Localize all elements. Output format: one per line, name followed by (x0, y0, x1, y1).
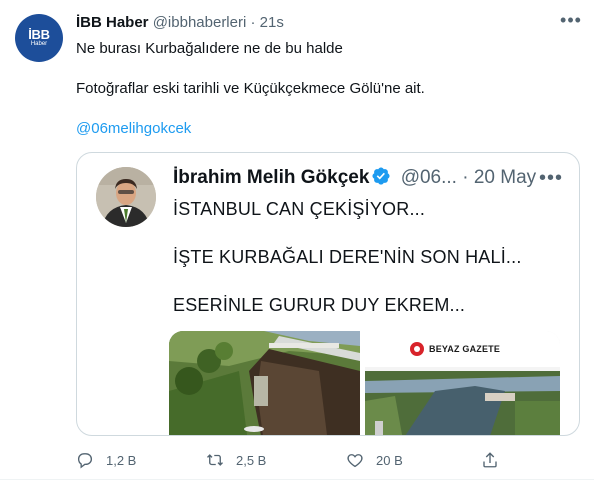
tweet-text-line-2: Fotoğraflar eski tarihli ve Küçükçekmece… (76, 80, 425, 97)
like-button[interactable]: 20 B (346, 451, 403, 469)
verified-badge-icon (371, 166, 391, 186)
quoted-author-avatar[interactable] (96, 167, 156, 227)
share-icon (483, 452, 497, 468)
quoted-photo-aerial-river[interactable] (169, 331, 360, 435)
mention-link[interactable]: @06melihgokcek (76, 119, 191, 139)
quoted-media: BEYAZ GAZETE (169, 331, 560, 435)
retweet-button[interactable]: 2,5 B (206, 451, 266, 469)
quoted-photo-news-screenshot[interactable]: BEYAZ GAZETE (365, 331, 560, 435)
author-name[interactable]: İBB Haber (76, 14, 149, 31)
tweet-card[interactable]: İBB Haber İBB Haber @ibbhaberleri · 21s … (0, 0, 594, 480)
news-logo-text: BEYAZ GAZETE (429, 344, 501, 354)
quoted-separator-dot: · (462, 167, 469, 188)
avatar-logo-subtext: Haber (30, 40, 48, 47)
quoted-text-line-2: İŞTE KURBAĞALI DERE'NİN SON HALİ... (173, 247, 522, 267)
retweet-count: 2,5 B (236, 452, 267, 468)
heart-icon (347, 454, 363, 468)
share-button[interactable] (481, 451, 499, 469)
reply-count: 1,2 B (106, 452, 137, 468)
quoted-tweet-header: İbrahim Melih Gökçek @06... · 20 May (173, 166, 536, 190)
author-handle[interactable]: @ibbhaberleri (153, 14, 247, 31)
more-options-icon[interactable]: ••• (559, 11, 583, 34)
reply-button[interactable]: 1,2 B (76, 451, 136, 469)
like-count: 20 B (376, 452, 403, 468)
quoted-text-line-3: ESERİNLE GURUR DUY EKREM... (173, 295, 466, 315)
retweet-icon (207, 454, 223, 466)
tweet-actions: 1,2 B 2,5 B 20 B (0, 451, 594, 473)
quoted-tweet-timestamp[interactable]: 20 May (474, 167, 536, 188)
separator-dot: · (250, 14, 256, 31)
quoted-text-line-1: İSTANBUL CAN ÇEKİŞİYOR... (173, 199, 426, 219)
quoted-author-handle[interactable]: @06... (401, 167, 457, 188)
tweet-timestamp[interactable]: 21s (260, 14, 284, 31)
author-avatar[interactable]: İBB Haber (15, 14, 63, 62)
reply-icon (77, 453, 93, 469)
avatar-logo-text: İBB (28, 26, 50, 42)
tweet-text-line-1: Ne burası Kurbağalıdere ne de bu halde (76, 40, 343, 57)
quoted-author-name[interactable]: İbrahim Melih Gökçek (173, 167, 369, 188)
quoted-tweet[interactable]: İbrahim Melih Gökçek @06... · 20 May •••… (76, 152, 580, 436)
tweet-header: İBB Haber @ibbhaberleri · 21s (76, 13, 284, 33)
quoted-more-options-icon[interactable]: ••• (539, 168, 563, 188)
